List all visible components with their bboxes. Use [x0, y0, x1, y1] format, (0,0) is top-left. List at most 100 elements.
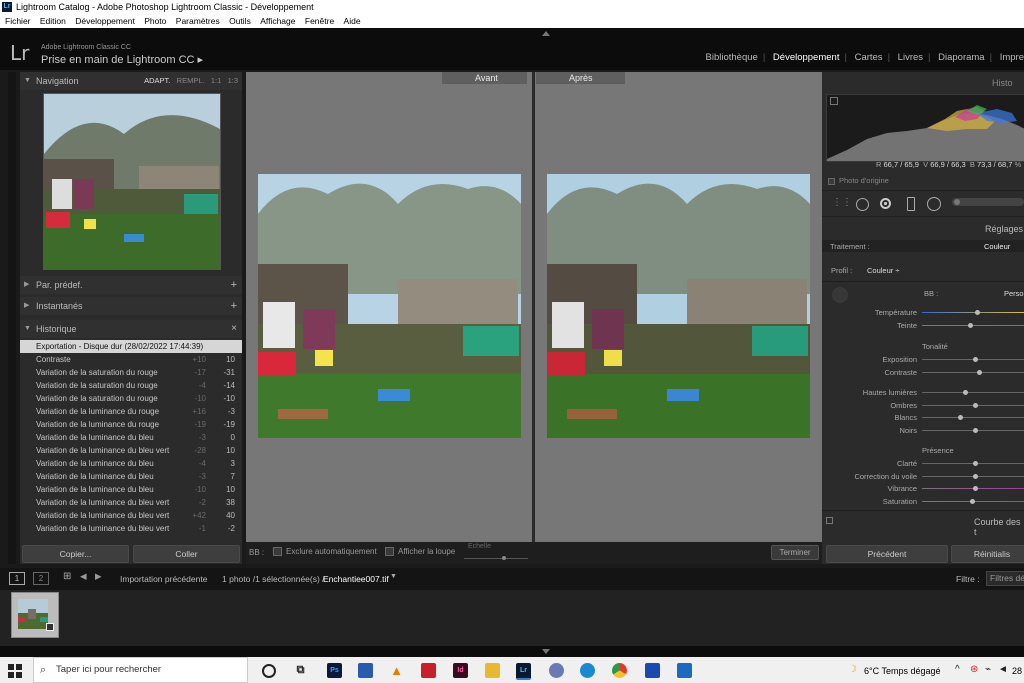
radial-filter-icon[interactable] [927, 197, 941, 211]
slider-knob[interactable] [972, 461, 978, 466]
chrome-icon[interactable] [612, 663, 627, 678]
filename-dropdown-icon[interactable]: ▼ [390, 573, 397, 580]
original-photo-toggle[interactable]: Photo d'origine [828, 176, 889, 185]
back-arrow-icon[interactable]: ◀ [80, 571, 87, 582]
identity-title[interactable]: Prise en main de Lightroom CC ▸ [41, 53, 203, 66]
copy-button[interactable]: Copier... [22, 545, 129, 563]
after-photo[interactable] [547, 174, 810, 438]
slider-knob[interactable] [972, 486, 978, 491]
add-preset-icon[interactable]: + [231, 276, 237, 294]
treatment-color[interactable]: Couleur [984, 242, 1010, 251]
history-item[interactable]: Variation de la saturation du rouge -17 -3… [20, 366, 242, 379]
top-panel-toggle-icon[interactable] [542, 31, 550, 36]
brush-slider[interactable] [952, 198, 1024, 206]
curve-toggle-icon[interactable] [826, 517, 833, 524]
menu-parametres[interactable]: Paramètres [176, 16, 220, 26]
module-diaporama[interactable]: Diaporama [938, 52, 984, 63]
paste-button[interactable]: Coller [133, 545, 240, 563]
taskbar-search[interactable]: ⌕ Taper ici pour rechercher [33, 657, 248, 683]
wb-dropdown[interactable]: Perso [1004, 289, 1024, 298]
adjustment-slider[interactable] [922, 486, 1024, 491]
network-icon[interactable]: ⌁ [985, 664, 991, 675]
tray-app-icon[interactable]: ⊛ [970, 664, 978, 675]
history-item[interactable]: Variation de la luminance du bleu -3 7 [20, 470, 242, 483]
history-header[interactable]: ▼ Historique × [20, 320, 242, 338]
history-item[interactable]: Variation de la saturation du rouge -4 -14 [20, 379, 242, 392]
adjustment-slider[interactable] [922, 369, 1024, 375]
filter-dropdown[interactable]: Filtres dés [986, 571, 1024, 586]
slider-knob[interactable] [969, 498, 975, 504]
scale-slider-knob[interactable] [502, 556, 506, 560]
task-view-icon[interactable]: ⧉ [293, 663, 308, 678]
secondary-window-button[interactable]: 2 [33, 572, 49, 585]
adjustment-slider[interactable] [922, 310, 1024, 315]
auto-exclude-toggle[interactable]: Exclure automatiquement [273, 547, 377, 557]
file-explorer-icon[interactable] [485, 663, 500, 678]
app-icon[interactable] [549, 663, 564, 678]
clock[interactable]: 28 [1012, 666, 1022, 676]
history-item[interactable]: Variation de la luminance du bleu vert -2… [20, 444, 242, 457]
before-photo[interactable] [258, 174, 521, 438]
photoshop-icon[interactable]: Ps [327, 663, 342, 678]
history-item[interactable]: Variation de la luminance du bleu -4 3 [20, 457, 242, 470]
original-photo-checkbox[interactable] [828, 177, 835, 185]
store-icon[interactable] [358, 663, 373, 678]
volume-icon[interactable]: ◄ [998, 664, 1008, 675]
adjustment-slider[interactable] [922, 390, 1024, 395]
show-loupe-toggle[interactable]: Afficher la loupe [385, 547, 455, 557]
profile-dropdown[interactable]: Couleur ÷ [867, 266, 899, 275]
clear-history-icon[interactable]: × [231, 320, 237, 338]
left-panel-grip[interactable] [8, 72, 16, 564]
zoom-adapt[interactable]: ADAPT. [144, 76, 170, 85]
cortana-icon[interactable] [262, 664, 276, 678]
history-item[interactable]: Variation de la luminance du bleu -3 0 [20, 431, 242, 444]
previous-button[interactable]: Précédent [826, 545, 948, 563]
history-item[interactable]: Variation de la luminance du rouge +16 -3 [20, 405, 242, 418]
adjustment-slider[interactable] [922, 461, 1024, 466]
bottom-panel-toggle-icon[interactable] [542, 649, 550, 654]
history-item[interactable]: Variation de la luminance du bleu vert -1… [20, 522, 242, 535]
slider-knob[interactable] [976, 369, 982, 375]
menu-affichage[interactable]: Affichage [260, 16, 295, 26]
primary-window-button[interactable]: 1 [9, 572, 25, 585]
scale-slider[interactable] [464, 556, 528, 560]
history-item[interactable]: Contraste +10 10 [20, 353, 242, 366]
menu-aide[interactable]: Aide [344, 16, 361, 26]
slider-knob[interactable] [962, 390, 968, 395]
history-item[interactable]: Variation de la luminance du bleu -10 10 [20, 483, 242, 496]
shadow-clip-icon[interactable] [830, 97, 838, 105]
histogram[interactable] [826, 94, 1024, 162]
word-icon[interactable] [645, 663, 660, 678]
add-snapshot-icon[interactable]: + [231, 297, 237, 315]
slider-knob[interactable] [957, 415, 963, 420]
lightroom-taskbar-icon[interactable]: Lr [516, 663, 531, 680]
module-impression[interactable]: Impre [1000, 52, 1024, 63]
module-developpement[interactable]: Développement [773, 52, 840, 63]
filmstrip-filename[interactable]: Enchantiee007.tif [323, 574, 389, 584]
slider-knob[interactable] [972, 357, 978, 362]
graduated-filter-icon[interactable] [907, 197, 915, 211]
weather-text[interactable]: 6°C Temps dégagé [864, 666, 940, 676]
history-item[interactable]: Variation de la luminance du rouge -19 -19 [20, 418, 242, 431]
module-bibliotheque[interactable]: Bibliothèque [706, 52, 758, 63]
indesign-icon[interactable]: Id [453, 663, 468, 678]
snapshots-header[interactable]: ▶ Instantanés + [20, 297, 242, 315]
menu-edition[interactable]: Edition [40, 16, 66, 26]
grid-view-icon[interactable]: ⊞ [63, 571, 71, 582]
crop-tool-icon[interactable]: ⋮⋮ [832, 197, 852, 208]
photos-icon[interactable] [677, 663, 692, 678]
adjustment-slider[interactable] [922, 473, 1024, 479]
adjustment-slider[interactable] [922, 427, 1024, 433]
adjustment-slider[interactable] [922, 322, 1024, 328]
acrobat-icon[interactable] [421, 663, 436, 678]
zoom-1-1[interactable]: 1:1 [211, 76, 221, 85]
menu-fenetre[interactable]: Fenêtre [305, 16, 334, 26]
history-item[interactable]: Variation de la luminance du bleu vert -2… [20, 496, 242, 509]
wb-eyedropper-icon[interactable] [832, 287, 848, 303]
windows-start-icon[interactable] [8, 664, 22, 678]
forward-arrow-icon[interactable]: ▶ [95, 571, 102, 582]
edge-icon[interactable] [580, 663, 595, 678]
adjustment-slider[interactable] [922, 415, 1024, 420]
spot-removal-icon[interactable] [856, 198, 869, 211]
menu-developpement[interactable]: Développement [75, 16, 135, 26]
